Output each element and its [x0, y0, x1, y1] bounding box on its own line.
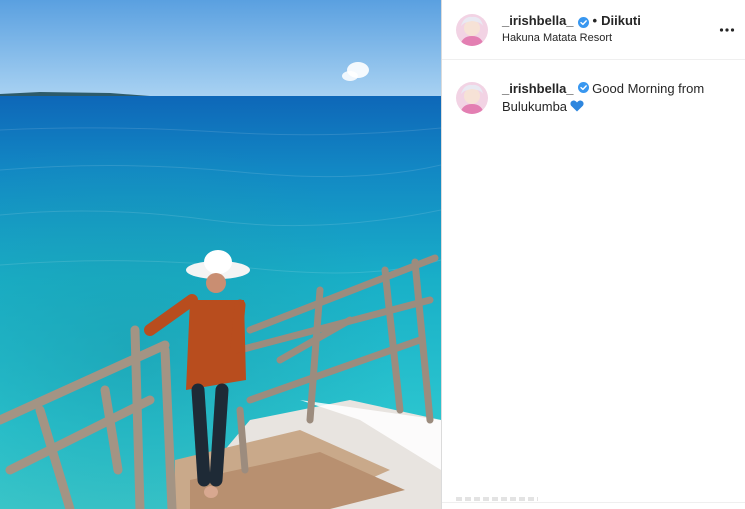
verified-badge-icon: [577, 80, 589, 93]
beach-photo-image: [0, 0, 441, 509]
footer-placeholder: [456, 497, 538, 501]
caption-username-link[interactable]: _irishbella_: [502, 81, 574, 96]
location-link[interactable]: Hakuna Matata Resort: [502, 31, 641, 46]
footer-divider: [442, 502, 745, 503]
blue-heart-icon: [570, 99, 584, 112]
username-link[interactable]: _irishbella_: [502, 13, 574, 29]
avatar[interactable]: [456, 13, 488, 46]
verified-badge-icon: [577, 16, 589, 28]
caption-avatar[interactable]: [456, 82, 488, 114]
header-top-line: _irishbella_ • Diikuti: [502, 13, 641, 29]
separator-dot: •: [592, 13, 598, 28]
instagram-post: _irishbella_ • Diikuti Hakuna Matata Res…: [0, 0, 745, 509]
post-header: _irishbella_ • Diikuti Hakuna Matata Res…: [442, 0, 745, 60]
header-text: _irishbella_ • Diikuti Hakuna Matata Res…: [502, 13, 641, 46]
follow-status-button[interactable]: Diikuti: [601, 13, 641, 29]
caption: _irishbella_ Good Morning from Bulukumba: [442, 60, 745, 116]
caption-text: _irishbella_ Good Morning from Bulukumba: [502, 80, 722, 116]
post-sidebar: _irishbella_ • Diikuti Hakuna Matata Res…: [441, 0, 745, 509]
more-options-icon[interactable]: [719, 22, 735, 38]
post-photo[interactable]: [0, 0, 441, 509]
